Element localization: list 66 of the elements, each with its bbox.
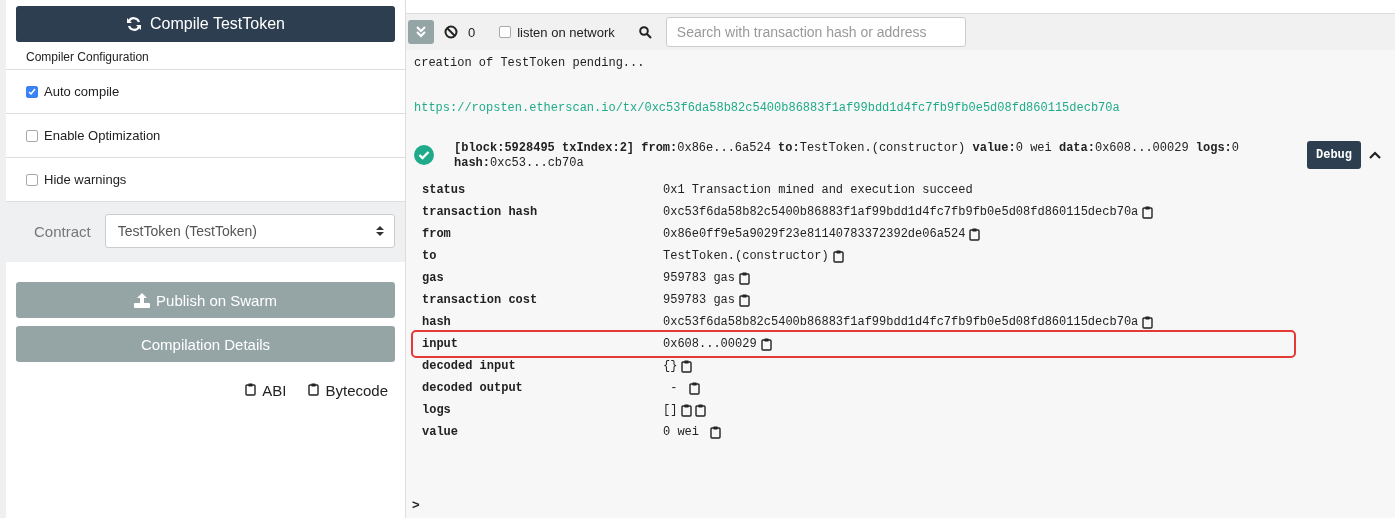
detail-value: 959783 gas	[663, 271, 735, 285]
detail-key: decoded output	[422, 381, 663, 395]
detail-key: from	[422, 227, 663, 241]
compile-button[interactable]: Compile TestToken	[16, 6, 395, 42]
checkbox[interactable]	[26, 173, 38, 186]
clipboard-icon[interactable]	[695, 403, 707, 417]
detail-value: {}	[663, 359, 678, 373]
detail-key: logs	[422, 403, 663, 417]
detail-value: 0xc53f6da58b82c5400b86883f1af99bdd1d4fc7fb9fb0e5d08fd860115decb70a	[663, 315, 1139, 329]
debug-button[interactable]: Debug	[1307, 141, 1361, 169]
clipboard-icon[interactable]	[308, 383, 321, 398]
detail-key: to	[422, 249, 663, 263]
copy-link[interactable]: Bytecode	[308, 382, 388, 399]
detail-value: 0x1 Transaction mined and execution succeed	[663, 183, 973, 197]
clipboard-icon[interactable]	[681, 403, 693, 417]
option-label: Hide warnings	[44, 172, 127, 187]
detail-value: -	[669, 381, 679, 395]
collapse-button[interactable]	[408, 20, 434, 44]
detail-value: 0 wei	[663, 425, 700, 439]
transaction-count: 0	[468, 24, 476, 40]
detail-key: value	[422, 425, 663, 439]
detail-key: status	[422, 183, 663, 197]
sort-caret-icon	[376, 225, 384, 237]
contract-select[interactable]: TestToken (TestToken)	[104, 214, 395, 248]
detail-value: 0x608...00029	[663, 337, 757, 351]
clipboard-icon[interactable]	[1142, 205, 1154, 219]
listen-label: listen on network	[517, 24, 615, 40]
detail-key: decoded input	[422, 359, 663, 373]
detail-key: hash	[422, 315, 663, 329]
checkbox[interactable]	[26, 129, 38, 142]
detail-value: TestToken.(constructor)	[663, 249, 829, 263]
detail-key: input	[422, 337, 663, 351]
option-label: Auto compile	[44, 84, 120, 99]
clipboard-icon[interactable]	[245, 383, 258, 398]
search-icon	[638, 25, 652, 39]
clipboard-icon[interactable]	[688, 381, 700, 395]
detail-key: transaction cost	[422, 293, 663, 307]
contract-label: Contract	[34, 222, 91, 240]
detail-value: 959783 gas	[663, 293, 735, 307]
clipboard-icon[interactable]	[832, 249, 844, 263]
detail-key: transaction hash	[422, 205, 663, 219]
refresh-icon	[126, 16, 143, 32]
checkbox[interactable]	[499, 26, 512, 38]
double-chevron-icon	[415, 26, 427, 38]
clipboard-icon[interactable]	[1142, 315, 1154, 329]
caret-up-icon[interactable]	[1369, 151, 1381, 159]
detail-key: gas	[422, 271, 663, 285]
detail-value: 0xc53f6da58b82c5400b86883f1af99bdd1d4fc7fb9fb0e5d08fd860115decb70a	[663, 205, 1139, 219]
clipboard-icon[interactable]	[760, 337, 772, 351]
copy-link[interactable]: ABI	[245, 382, 287, 399]
upload-icon	[134, 292, 151, 308]
detail-value: 0x86e0ff9e5a9029f23e81140783372392de06a524	[663, 227, 966, 241]
detail-value: []	[663, 403, 678, 417]
transaction-summary: [block:5928495 txIndex:2] from:0x86e...6a524 to:TestToken.(constructor) value:0 wei data:0x608...00029 logs:0 hash:0xc53...cb70a	[454, 141, 1240, 171]
clipboard-icon[interactable]	[681, 359, 693, 373]
console-prompt[interactable]: >	[406, 497, 1395, 518]
section-title: Compiler Configuration	[6, 42, 405, 70]
clear-icon[interactable]	[444, 25, 458, 39]
option-label: Enable Optimization	[44, 128, 161, 143]
clipboard-icon[interactable]	[739, 293, 750, 307]
clipboard-icon[interactable]	[710, 425, 722, 439]
checkbox[interactable]	[26, 85, 38, 98]
clipboard-icon[interactable]	[969, 227, 981, 241]
clipboard-icon[interactable]	[739, 271, 750, 285]
log-line: creation of TestToken pending...	[414, 56, 646, 70]
search-field[interactable]: Search with transaction hash or address	[665, 17, 966, 47]
